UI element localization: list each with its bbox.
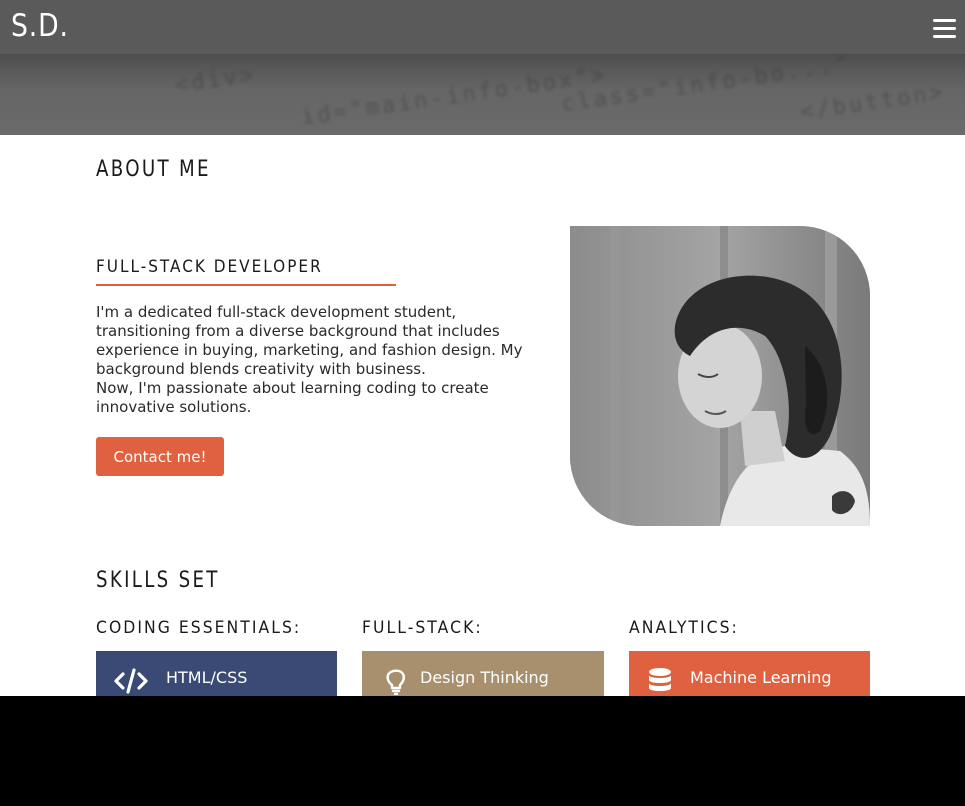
hero-code-text: <div> [173, 62, 258, 99]
skills-title: SKILLS SET [96, 568, 220, 593]
subtitle-underline [96, 284, 396, 286]
skill-card-design-thinking[interactable]: Design Thinking [362, 651, 604, 696]
bio-line: I'm a dedicated full-stack development s… [96, 303, 457, 321]
bio-line: innovative solutions. [96, 398, 252, 416]
lightbulb-icon [386, 669, 405, 695]
skill-column-heading: FULL-STACK: [362, 618, 483, 638]
hero-header: <div> id="main-info-box"> class="info-bo… [0, 0, 965, 135]
skill-label: Design Thinking [420, 668, 549, 687]
skill-column-heading: ANALYTICS: [629, 618, 739, 638]
code-icon [114, 668, 148, 694]
skill-label: HTML/CSS [166, 668, 248, 687]
role-subtitle: FULL-STACK DEVELOPER [96, 257, 323, 277]
portrait-illustration [570, 226, 870, 526]
about-title: ABOUT ME [96, 157, 211, 182]
skill-card-html-css[interactable]: HTML/CSS [96, 651, 337, 696]
hero-background-image: <div> id="main-info-box"> class="info-bo… [0, 54, 965, 135]
site-logo[interactable]: S.D. [11, 8, 69, 44]
contact-button[interactable]: Contact me! [96, 437, 224, 476]
profile-photo [570, 226, 870, 526]
hero-code-text: </button> [798, 79, 948, 126]
page: <div> id="main-info-box"> class="info-bo… [0, 0, 965, 696]
database-icon [649, 668, 671, 691]
hamburger-menu-icon[interactable] [933, 19, 956, 39]
bio-line: experience in buying, marketing, and fas… [96, 341, 523, 359]
skill-label: Machine Learning [690, 668, 832, 687]
bio-text: I'm a dedicated full-stack development s… [96, 303, 556, 417]
skill-column-heading: CODING ESSENTIALS: [96, 618, 302, 638]
bio-line: transitioning from a diverse background … [96, 322, 500, 340]
bio-line: background blends creativity with busine… [96, 360, 426, 378]
bio-line: Now, I'm passionate about learning codin… [96, 379, 489, 397]
skill-card-machine-learning[interactable]: Machine Learning [629, 651, 870, 696]
